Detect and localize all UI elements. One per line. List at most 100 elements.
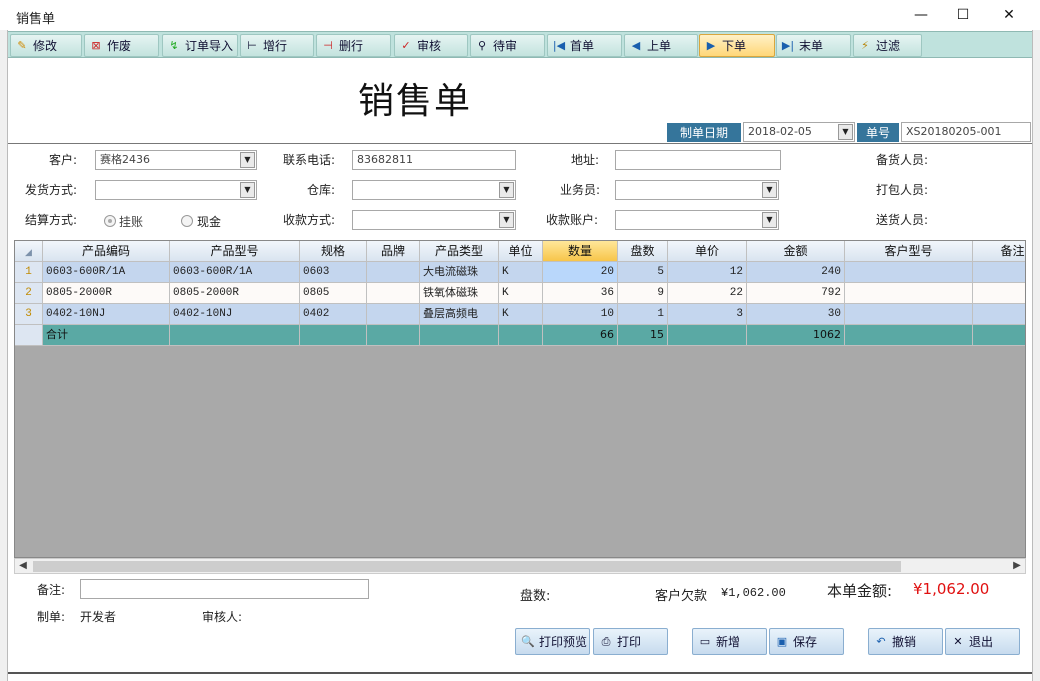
new-button[interactable]: ▭ 新增 bbox=[692, 628, 767, 655]
undo-button[interactable]: ↶ 撤销 bbox=[868, 628, 943, 655]
next-record-button[interactable]: ▶ 下单 bbox=[699, 34, 775, 57]
date-picker[interactable]: 2018-02-05 ▼ bbox=[743, 122, 855, 142]
salesman-select[interactable]: ▼ bbox=[615, 180, 779, 200]
column-header-amount[interactable]: 金额 bbox=[747, 241, 845, 262]
cell-amount[interactable]: 240 bbox=[747, 262, 845, 283]
collect-method-select[interactable]: ▼ bbox=[352, 210, 516, 230]
last-record-button[interactable]: ▶| 末单 bbox=[776, 34, 851, 57]
filter-button[interactable]: ⚡ 过滤 bbox=[853, 34, 922, 57]
cell-brand[interactable] bbox=[367, 262, 420, 283]
column-header-product-type[interactable]: 产品类型 bbox=[420, 241, 499, 262]
sales-order-window: 销售单 — ☐ ✕ ✎ 修改 ⊠ 作废 ↯ 订单导入 ⊢ 增行 ⊣ 删行 ✓ 审核 ⚲ 待审 … bbox=[0, 0, 1040, 681]
cell-product-code[interactable]: 0805-2000R bbox=[43, 283, 170, 304]
cell-spec[interactable]: 0402 bbox=[300, 304, 367, 325]
cell-product-model[interactable]: 0603-600R/1A bbox=[170, 262, 300, 283]
cell-unit-price[interactable]: 3 bbox=[668, 304, 747, 325]
cell-unit-price[interactable]: 22 bbox=[668, 283, 747, 304]
column-header-product-code[interactable]: 产品编码 bbox=[43, 241, 170, 262]
print-preview-button[interactable]: 🔍 打印预览 bbox=[515, 628, 590, 655]
column-header-remark[interactable]: 备注 bbox=[973, 241, 1025, 262]
cell-remark[interactable] bbox=[973, 304, 1025, 325]
scroll-left-icon[interactable]: ◀ bbox=[15, 559, 31, 573]
scroll-right-icon[interactable]: ▶ bbox=[1009, 559, 1025, 573]
phone-field[interactable]: 83682811 bbox=[352, 150, 516, 170]
chevron-down-icon[interactable]: ▼ bbox=[499, 182, 514, 198]
first-record-button[interactable]: |◀ 首单 bbox=[547, 34, 622, 57]
close-button[interactable]: ✕ bbox=[986, 0, 1032, 30]
cell-unit-price[interactable]: 12 bbox=[668, 262, 747, 283]
ship-method-select[interactable]: ▼ bbox=[95, 180, 257, 200]
column-header-brand[interactable]: 品牌 bbox=[367, 241, 420, 262]
cell-product-model[interactable]: 0402-10NJ bbox=[170, 304, 300, 325]
cell-unit[interactable]: K bbox=[499, 262, 543, 283]
cell-reels[interactable]: 5 bbox=[618, 262, 668, 283]
import-order-button[interactable]: ↯ 订单导入 bbox=[162, 34, 238, 57]
chevron-down-icon[interactable]: ▼ bbox=[838, 124, 853, 140]
audit-button[interactable]: ✓ 审核 bbox=[394, 34, 468, 57]
cell-customer-model[interactable] bbox=[845, 283, 973, 304]
cell-quantity[interactable]: 20 bbox=[543, 262, 618, 283]
cell-reels[interactable]: 1 bbox=[618, 304, 668, 325]
row-number[interactable]: 1 bbox=[15, 262, 43, 283]
cell-unit[interactable]: K bbox=[499, 304, 543, 325]
cell-brand[interactable] bbox=[367, 304, 420, 325]
cell-customer-model[interactable] bbox=[845, 304, 973, 325]
edit-button[interactable]: ✎ 修改 bbox=[10, 34, 82, 57]
pending-button[interactable]: ⚲ 待审 bbox=[470, 34, 545, 57]
column-header-unit-price[interactable]: 单价 bbox=[668, 241, 747, 262]
column-header-product-model[interactable]: 产品型号 bbox=[170, 241, 300, 262]
remark-field[interactable] bbox=[80, 579, 369, 599]
print-button[interactable]: ⎙ 打印 bbox=[593, 628, 668, 655]
cell-product-model[interactable]: 0805-2000R bbox=[170, 283, 300, 304]
column-header-unit[interactable]: 单位 bbox=[499, 241, 543, 262]
cell-reels[interactable]: 9 bbox=[618, 283, 668, 304]
collect-account-select[interactable]: ▼ bbox=[615, 210, 779, 230]
cell-quantity[interactable]: 36 bbox=[543, 283, 618, 304]
cell-product-type[interactable]: 叠层高频电 bbox=[420, 304, 499, 325]
cell-product-type[interactable]: 大电流磁珠 bbox=[420, 262, 499, 283]
cell-amount[interactable]: 792 bbox=[747, 283, 845, 304]
void-button[interactable]: ⊠ 作废 bbox=[84, 34, 159, 57]
settle-credit-radio[interactable] bbox=[104, 215, 116, 227]
delete-row-button[interactable]: ⊣ 删行 bbox=[316, 34, 391, 57]
chevron-down-icon[interactable]: ▼ bbox=[240, 182, 255, 198]
add-row-button[interactable]: ⊢ 增行 bbox=[240, 34, 314, 57]
cell-remark[interactable] bbox=[973, 283, 1025, 304]
warehouse-select[interactable]: ▼ bbox=[352, 180, 516, 200]
chevron-down-icon[interactable]: ▼ bbox=[499, 212, 514, 228]
column-header-customer-model[interactable]: 客户型号 bbox=[845, 241, 973, 262]
scroll-thumb[interactable] bbox=[33, 561, 901, 572]
prev-record-button[interactable]: ◀ 上单 bbox=[624, 34, 698, 57]
cell-remark[interactable] bbox=[973, 262, 1025, 283]
horizontal-scrollbar[interactable]: ◀ ▶ bbox=[14, 558, 1026, 574]
column-header-quantity[interactable]: 数量 bbox=[543, 241, 618, 262]
save-button[interactable]: ▣ 保存 bbox=[769, 628, 844, 655]
exit-button[interactable]: ✕ 退出 bbox=[945, 628, 1020, 655]
cell-spec[interactable]: 0805 bbox=[300, 283, 367, 304]
address-field[interactable] bbox=[615, 150, 781, 170]
settle-cash-radio[interactable] bbox=[181, 215, 193, 227]
column-header-spec[interactable]: 规格 bbox=[300, 241, 367, 262]
cell-brand[interactable] bbox=[367, 283, 420, 304]
grid-corner[interactable]: ◢ bbox=[15, 241, 43, 262]
cell-product-code[interactable]: 0402-10NJ bbox=[43, 304, 170, 325]
minimize-button[interactable]: — bbox=[898, 0, 944, 30]
cell-product-type[interactable]: 铁氧体磁珠 bbox=[420, 283, 499, 304]
column-header-reels[interactable]: 盘数 bbox=[618, 241, 668, 262]
chevron-down-icon[interactable]: ▼ bbox=[762, 212, 777, 228]
cell-quantity[interactable]: 10 bbox=[543, 304, 618, 325]
customer-select[interactable]: 赛格2436 ▼ bbox=[95, 150, 257, 170]
cell-amount[interactable]: 30 bbox=[747, 304, 845, 325]
cell-product-code[interactable]: 0603-600R/1A bbox=[43, 262, 170, 283]
row-number[interactable]: 3 bbox=[15, 304, 43, 325]
order-no-field[interactable]: XS20180205-001 bbox=[901, 122, 1031, 142]
cell-spec[interactable]: 0603 bbox=[300, 262, 367, 283]
chevron-down-icon[interactable]: ▼ bbox=[762, 182, 777, 198]
cell-unit[interactable]: K bbox=[499, 283, 543, 304]
maximize-button[interactable]: ☐ bbox=[940, 0, 986, 30]
total-unit-price bbox=[668, 325, 747, 346]
row-number[interactable]: 2 bbox=[15, 283, 43, 304]
last-icon: ▶| bbox=[781, 38, 795, 52]
chevron-down-icon[interactable]: ▼ bbox=[240, 152, 255, 168]
cell-customer-model[interactable] bbox=[845, 262, 973, 283]
